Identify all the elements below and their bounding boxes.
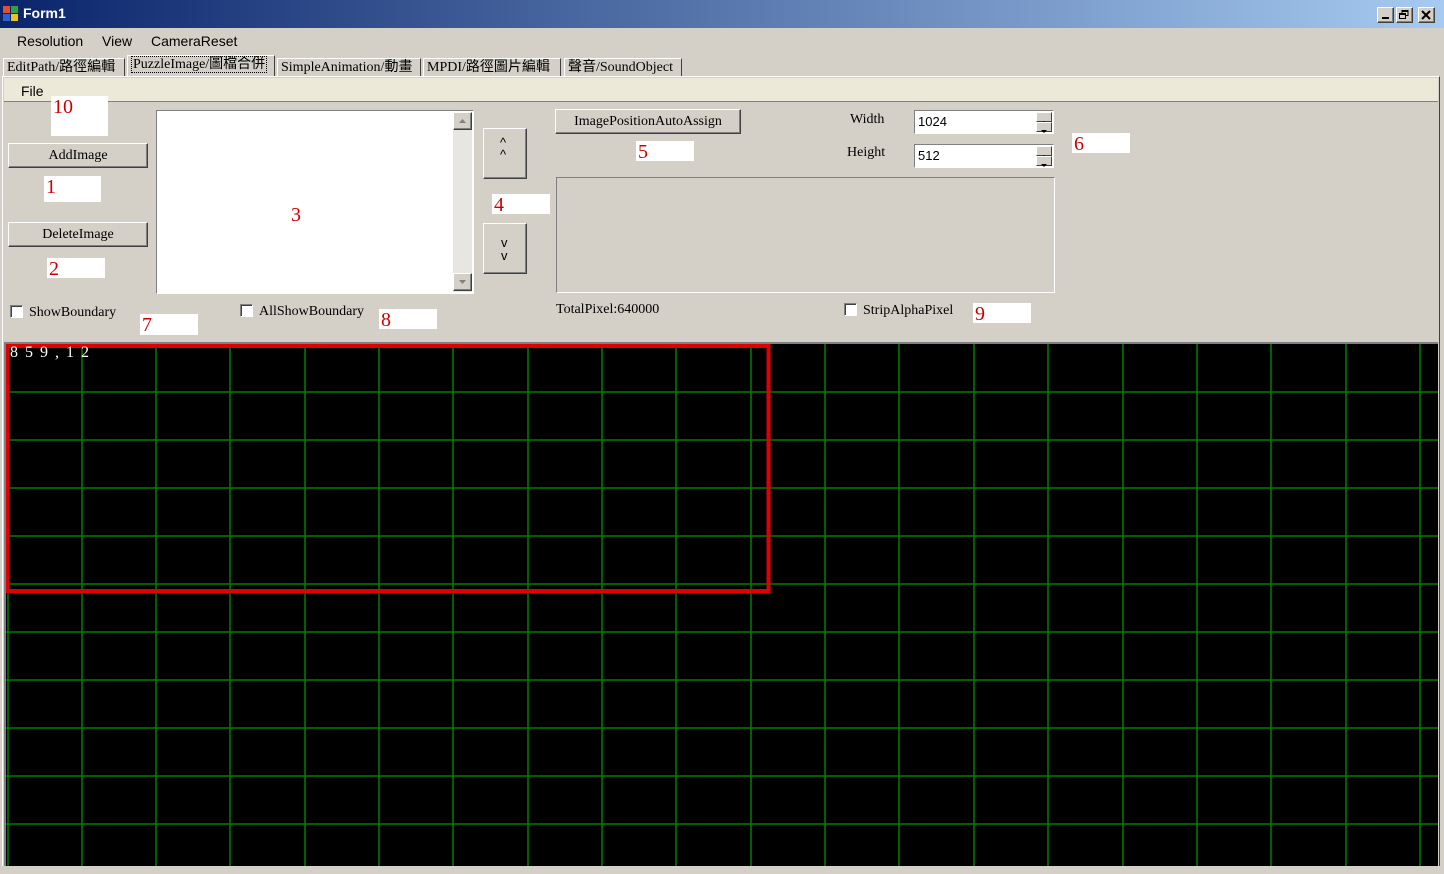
image-list[interactable]	[156, 110, 474, 294]
tab-label: EditPath/路徑編輯	[7, 60, 116, 75]
annotation-7: 7	[140, 314, 198, 336]
width-spin-up[interactable]	[1036, 112, 1052, 124]
height-input[interactable]: 512	[914, 144, 1054, 168]
tab-puzzle-image[interactable]: PuzzleImage/圖檔合併	[127, 55, 275, 76]
title-bar[interactable]	[0, 0, 1444, 28]
menu-resolution[interactable]: Resolution	[17, 33, 83, 49]
width-label: Width	[850, 112, 885, 127]
height-label: Height	[847, 145, 886, 160]
total-pixel-label: TotalPixel:640000	[556, 302, 660, 317]
move-up-button[interactable]: ^ ^	[483, 128, 527, 179]
all-show-boundary-label[interactable]: AllShowBoundary	[259, 304, 364, 320]
width-input[interactable]: 1024	[914, 110, 1054, 134]
height-spin-down[interactable]	[1036, 156, 1052, 167]
strip-alpha-pixel-label[interactable]: StripAlphaPixel	[863, 303, 953, 319]
chevron-up-icon: ^ ^	[500, 135, 507, 162]
restore-icon	[1399, 10, 1409, 19]
grid	[6, 344, 1438, 866]
annotation-8: 8	[379, 309, 437, 331]
annotation-9: 9	[973, 303, 1031, 325]
tab-simple-animation[interactable]: SimpleAnimation/動畫	[277, 58, 421, 76]
width-spin-down[interactable]	[1036, 122, 1052, 133]
arrow-up-icon	[459, 119, 466, 123]
app-icon	[3, 6, 19, 22]
image-boundary-rect[interactable]	[6, 344, 771, 593]
height-spin-up[interactable]	[1036, 146, 1052, 158]
auto-assign-button[interactable]: ImagePositionAutoAssign	[555, 109, 741, 134]
menu-camera-reset[interactable]: CameraReset	[151, 33, 237, 49]
minimize-button[interactable]	[1377, 7, 1394, 23]
close-icon	[1421, 10, 1431, 20]
arrow-down-icon	[1041, 164, 1047, 167]
annotation-4: 4	[492, 194, 550, 216]
menu-file[interactable]: File	[21, 83, 44, 99]
file-menu-bar	[4, 78, 1438, 102]
move-down-button[interactable]: vv	[483, 223, 527, 274]
add-image-button[interactable]: AddImage	[8, 143, 148, 168]
render-canvas[interactable]	[4, 342, 1438, 866]
annotation-3: 3	[291, 204, 301, 226]
tab-edit-path[interactable]: EditPath/路徑編輯	[3, 58, 125, 76]
annotation-5: 5	[636, 141, 694, 163]
arrow-down-icon	[1041, 130, 1047, 133]
annotation-1: 1	[44, 176, 101, 202]
menu-view[interactable]: View	[102, 33, 132, 49]
tab-label: MPDI/路徑圖片編輯	[427, 60, 550, 75]
all-show-boundary-checkbox[interactable]	[240, 304, 253, 317]
restore-button[interactable]	[1396, 7, 1413, 23]
info-panel	[556, 177, 1055, 293]
coordinate-readout: 859,12	[10, 344, 96, 361]
tab-label: 聲音/SoundObject	[568, 60, 673, 75]
chevron-down-icon: vv	[501, 235, 508, 263]
status-strip	[0, 866, 1444, 874]
arrow-down-icon	[459, 280, 466, 284]
tab-sound-object[interactable]: 聲音/SoundObject	[564, 58, 682, 76]
scroll-up-button[interactable]	[453, 112, 472, 130]
close-button[interactable]	[1418, 7, 1435, 23]
window-title: Form1	[23, 5, 66, 21]
annotation-10: 10	[51, 96, 108, 136]
scroll-down-button[interactable]	[453, 273, 472, 291]
tab-mpdi[interactable]: MPDI/路徑圖片編輯	[423, 58, 561, 76]
annotation-2: 2	[47, 258, 105, 280]
list-scrollbar[interactable]	[453, 112, 472, 292]
annotation-6: 6	[1072, 133, 1130, 155]
delete-image-button[interactable]: DeleteImage	[8, 222, 148, 247]
minimize-icon	[1382, 17, 1389, 19]
show-boundary-checkbox[interactable]	[10, 305, 23, 318]
show-boundary-label[interactable]: ShowBoundary	[29, 305, 116, 321]
strip-alpha-pixel-checkbox[interactable]	[844, 303, 857, 316]
tab-label: SimpleAnimation/動畫	[281, 60, 413, 75]
tab-label: PuzzleImage/圖檔合併	[131, 56, 268, 73]
